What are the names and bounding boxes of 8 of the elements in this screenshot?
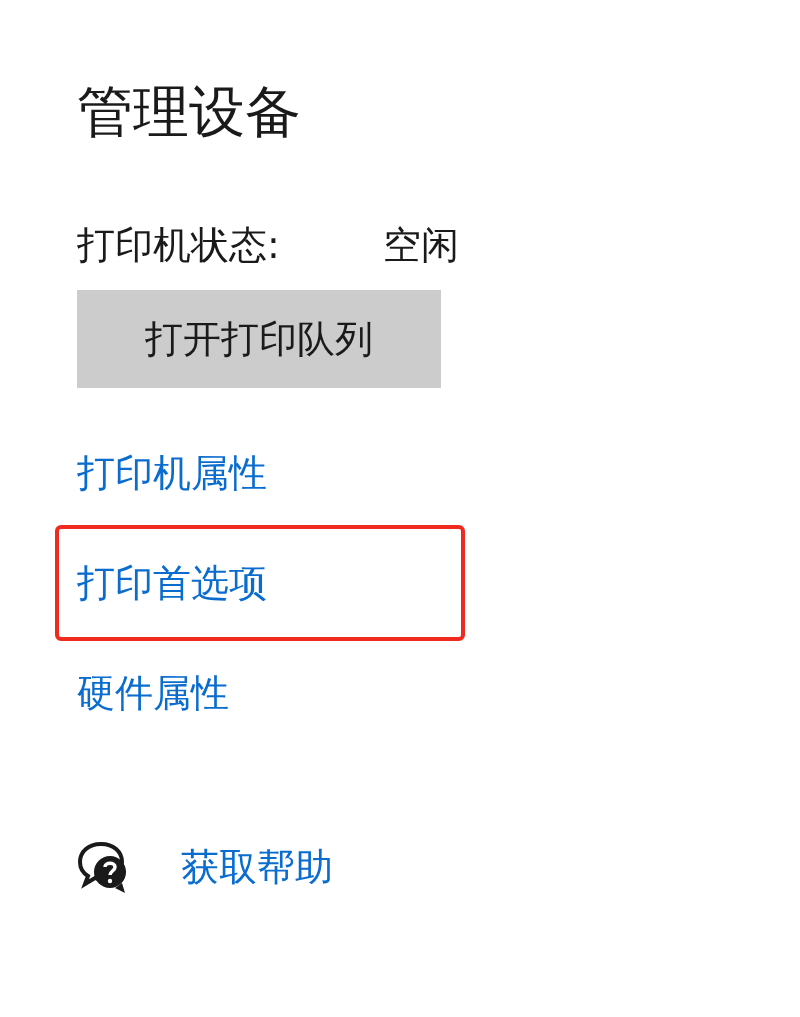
settings-link[interactable]: 硬件属性 <box>77 668 229 718</box>
status-label: 打印机状态: <box>77 222 281 269</box>
settings-link[interactable]: 打印首选项 <box>77 558 267 608</box>
status-value: 空闲 <box>383 222 459 269</box>
help-link[interactable]: 获取帮助 <box>181 842 333 892</box>
settings-link[interactable]: 打印机属性 <box>77 448 267 498</box>
page-title: 管理设备 <box>77 78 301 146</box>
open-queue-button[interactable]: 打开打印队列 <box>77 290 441 388</box>
